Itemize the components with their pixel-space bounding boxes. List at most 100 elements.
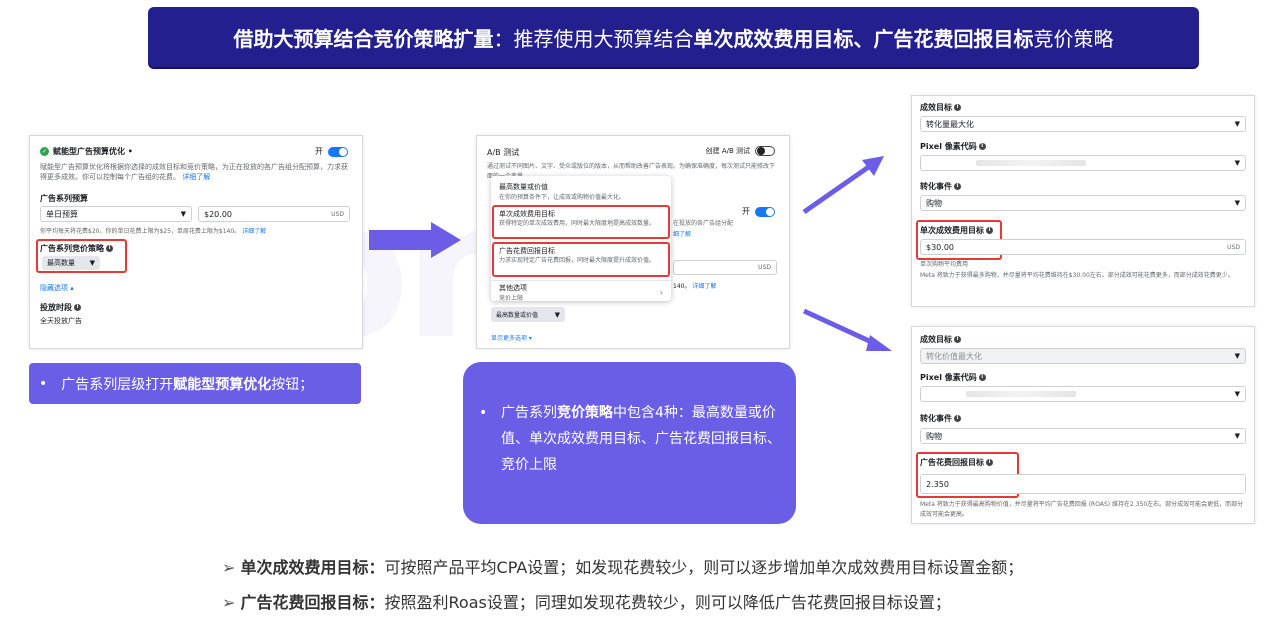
- event-select[interactable]: 购物 ▼: [920, 428, 1246, 444]
- event-select[interactable]: 购物 ▼: [920, 195, 1246, 211]
- menu-item-cost-per-result[interactable]: 单次成效费用目标 获得特定的单次成效费用，同时最大限度地提高成效数量。: [499, 209, 663, 228]
- note-cpa: ➢ 单次成效费用目标：可按照产品平均CPA设置；如发现花费较少，则可以逐步增加单…: [222, 554, 1023, 578]
- cpa-input[interactable]: $30.00 USD: [920, 239, 1246, 255]
- note-roas-title: 广告花费回报目标：: [240, 593, 385, 612]
- goal-select[interactable]: 转化量最大化 ▼: [920, 116, 1246, 132]
- menu-item-desc: 竞价上限: [499, 295, 524, 302]
- header-banner: 借助大预算结合竞价策略扩量 ：推荐使用大预算结合 单次成效费用目标、广告花费回报…: [148, 7, 1199, 67]
- roas-input[interactable]: 2.350: [920, 474, 1246, 494]
- panel-cost-per-result: 成效目标 i 转化量最大化 ▼ Pixel 像素代码 i ▼ 转化事件 i 购物 ▼ 单次…: [911, 95, 1255, 307]
- arrow-line: [802, 163, 872, 215]
- menu-item-roas[interactable]: 广告花费回报目标 力求实现特定广告花费回报，同时最大限度提升成效价值。: [499, 246, 663, 265]
- goal-select[interactable]: 转化价值最大化 ▼: [920, 348, 1246, 364]
- note-marker: ➢: [222, 558, 236, 577]
- banner-title-bold: 借助大预算结合竞价策略扩量: [233, 26, 494, 51]
- menu-divider: [491, 280, 671, 281]
- caret-down-icon: ▼: [554, 310, 560, 319]
- event-label: 转化事件 i: [920, 413, 961, 424]
- budget-amount-input[interactable]: $20.00 USD: [198, 206, 350, 222]
- cpa-note: Meta 将致力于获得最多购物，并尽量将平均花费维持在$30.00左右。部分成效…: [920, 272, 1234, 279]
- callout-cbo-bold: 赋能型预算优化: [173, 376, 272, 393]
- pixel-select[interactable]: ▼: [920, 386, 1246, 402]
- info-icon: i: [978, 143, 986, 150]
- check-circle-icon: ✓: [40, 147, 49, 156]
- budget-type-select[interactable]: 单日预算 ▼: [40, 206, 192, 222]
- goal-label: 成效目标 i: [920, 334, 961, 345]
- roas-label: 广告花费回报目标 i: [920, 457, 993, 468]
- pixel-select[interactable]: ▼: [920, 155, 1246, 171]
- cpa-label: 单次成效费用目标 i: [920, 225, 993, 236]
- goal-label: 成效目标 i: [920, 102, 961, 113]
- info-icon: i: [978, 374, 986, 381]
- callout-bid-pre: 广告系列: [501, 405, 557, 421]
- caret-down-icon: ▼: [1234, 352, 1240, 360]
- right-partial-note-text: 140。: [673, 283, 691, 290]
- schedule-value: 全天投放广告: [40, 317, 82, 325]
- arrow-down-right-icon: [802, 308, 892, 351]
- right-partial-text: 在投放的各广告组分配: [673, 220, 734, 227]
- callout-bid-strategy: • 广告系列竞价策略中包含4种：最高数量或价值、单次成效费用目标、广告花费回报目…: [463, 362, 796, 524]
- menu-item-other[interactable]: 其他选项 竞价上限: [499, 283, 663, 302]
- cpa-label-text: 单次成效费用目标: [920, 226, 984, 235]
- right-arrow-icon: [369, 222, 461, 258]
- info-icon: i: [986, 459, 993, 466]
- budget-amount-value: $20.00: [204, 209, 232, 219]
- goal-value: 转化价值最大化: [926, 351, 982, 361]
- arrow-head: [862, 156, 884, 176]
- note-cpa-text: 可按照产品平均CPA设置；如发现花费较少，则可以逐步增加单次成效费用目标设置金额…: [384, 558, 1024, 577]
- avg-cost-label: 单次购物平均费用: [920, 261, 969, 268]
- ab-test-title: A/B 测试: [487, 148, 520, 157]
- bid-strategy-select[interactable]: 最高数量 ▼: [42, 256, 100, 270]
- event-label-text: 转化事件: [920, 182, 952, 191]
- right-partial-input[interactable]: USD: [673, 260, 777, 275]
- caret-down-icon: ▼: [1234, 390, 1240, 398]
- event-label-text: 转化事件: [920, 414, 952, 423]
- right-partial-link[interactable]: 细了解: [673, 229, 691, 238]
- right-partial-note-link[interactable]: 详细了解: [692, 283, 716, 290]
- right-partial-note: 140。 详细了解: [673, 281, 716, 290]
- event-value: 购物: [926, 431, 942, 441]
- pixel-label-text: Pixel 像素代码: [920, 373, 977, 382]
- menu-item-max-volume[interactable]: 最高数量或价值 在你的预算条件下，让成效或购物价值最大化。: [499, 182, 667, 201]
- callout-cbo: • 广告系列层级打开 赋能型预算优化 按钮；: [29, 363, 361, 404]
- info-icon: i: [954, 183, 961, 190]
- cbo-learn-more-link[interactable]: 详细了解: [182, 173, 210, 181]
- bid-strategy-value: 最高数量: [47, 259, 75, 267]
- budget-note-link[interactable]: 详细了解: [242, 228, 266, 235]
- chevron-right-icon: ›: [659, 288, 663, 297]
- callout-cbo-post: 按钮；: [271, 376, 314, 393]
- bid-dropdown-value: 最高数量或价值: [496, 312, 539, 319]
- caret-down-icon: ▼: [180, 210, 186, 218]
- menu-item-desc: 力求实现特定广告花费回报，同时最大限度提升成效价值。: [499, 257, 656, 264]
- caret-down-icon: ▼: [1234, 432, 1240, 440]
- cbo-toggle[interactable]: [328, 146, 348, 157]
- show-more-link[interactable]: 显示更多选项 ▾: [491, 333, 532, 342]
- callout-cbo-pre: 广告系列层级打开: [61, 376, 174, 393]
- bid-strategy-label-text: 广告系列竞价策略: [40, 244, 104, 253]
- note-roas: ➢ 广告花费回报目标：按照盈利Roas设置；同理如发现花费较少，则可以降低广告花…: [222, 589, 951, 613]
- bid-dropdown-select[interactable]: 最高数量或价值 ▼: [491, 307, 565, 322]
- banner-title-bold2: 单次成效费用目标、广告花费回报目标: [693, 26, 1034, 51]
- right-toggle[interactable]: [755, 206, 775, 217]
- menu-item-title: 广告花费回报目标: [499, 247, 555, 255]
- roas-value: 2.350: [926, 479, 949, 489]
- info-icon: i: [954, 104, 961, 111]
- menu-item-title: 单次成效费用目标: [499, 210, 555, 218]
- hide-options-link[interactable]: 隐藏选项 ▴: [40, 283, 74, 293]
- callout-bid-bullet: •: [479, 405, 488, 421]
- budget-note: 你平均每天将花费$20。你的单日花费上限为$25，单周花费上限为$140。 详细…: [40, 227, 350, 237]
- note-cpa-title: 单次成效费用目标：: [240, 558, 385, 577]
- banner-title-mid: ：推荐使用大预算结合: [493, 26, 694, 51]
- budget-note-text: 你平均每天将花费$20。你的单日花费上限为$25，单周花费上限为$140。: [40, 228, 241, 235]
- cbo-description: 赋能型广告预算优化将根据你选择的成效目标和竞价策略，为正在投放的各广告组分配预算…: [40, 162, 350, 182]
- roas-note: Meta 将致力于获得最高购物价值，并尽量将平均广告花费回报 (ROAS) 维持…: [920, 501, 1244, 518]
- right-partial-unit: USD: [758, 264, 771, 271]
- goal-label-text: 成效目标: [920, 335, 952, 344]
- info-icon: i: [74, 304, 81, 311]
- ab-test-toggle[interactable]: [755, 146, 775, 156]
- callout-cbo-bullet: •: [39, 375, 48, 392]
- goal-value: 转化量最大化: [926, 119, 974, 129]
- cpa-currency: USD: [1227, 243, 1240, 251]
- caret-down-icon: ▼: [1234, 120, 1240, 128]
- caret-down-icon: ▼: [1234, 159, 1240, 167]
